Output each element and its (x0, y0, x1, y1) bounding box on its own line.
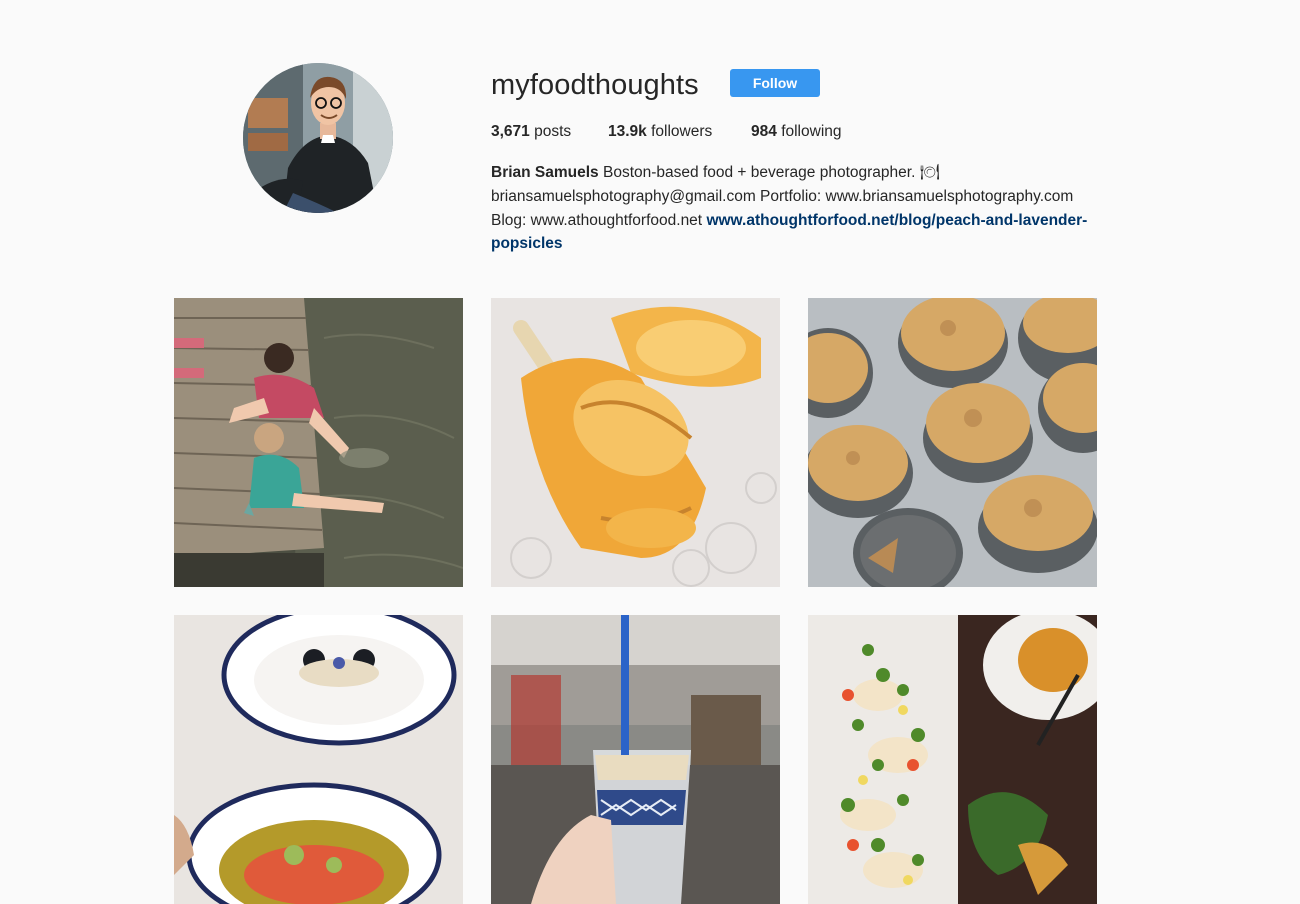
post-tile[interactable] (491, 298, 780, 587)
profile-avatar[interactable] (243, 63, 393, 213)
post-thumbnail (174, 615, 463, 904)
posts-label: posts (534, 123, 572, 140)
bio-full-name: Brian Samuels (491, 164, 599, 181)
bio-line-1: Boston-based food + beverage photographe… (603, 164, 940, 181)
post-tile[interactable] (808, 298, 1097, 587)
profile-username: myfoodthoughts (491, 69, 699, 101)
bio-line-3: Blog: www.athoughtforfood.net (491, 211, 703, 229)
post-thumbnail (808, 615, 1097, 904)
post-thumbnail (491, 298, 780, 587)
followers-stat[interactable]: 13.9k followers (608, 122, 712, 142)
post-tile[interactable] (174, 298, 463, 587)
post-thumbnail (808, 298, 1097, 587)
posts-stat: 3,671 posts (491, 122, 571, 142)
following-count: 984 (751, 123, 777, 140)
profile-header: myfoodthoughts Follow 3,671 posts 13.9k … (0, 0, 1300, 298)
followers-label: followers (651, 123, 713, 140)
post-tile[interactable] (174, 615, 463, 904)
profile-bio: Brian Samuels Boston-based food + bevera… (491, 161, 1101, 256)
post-thumbnail (491, 615, 780, 904)
follow-button[interactable]: Follow (730, 69, 820, 97)
post-thumbnail (174, 298, 463, 587)
followers-count: 13.9k (608, 123, 647, 140)
post-tile[interactable] (808, 615, 1097, 904)
post-tile[interactable] (491, 615, 780, 904)
posts-count: 3,671 (491, 123, 530, 140)
following-label: following (781, 123, 842, 140)
following-stat[interactable]: 984 following (751, 122, 842, 142)
bio-line-2: briansamuelsphotography@gmail.com Portfo… (491, 187, 1074, 205)
